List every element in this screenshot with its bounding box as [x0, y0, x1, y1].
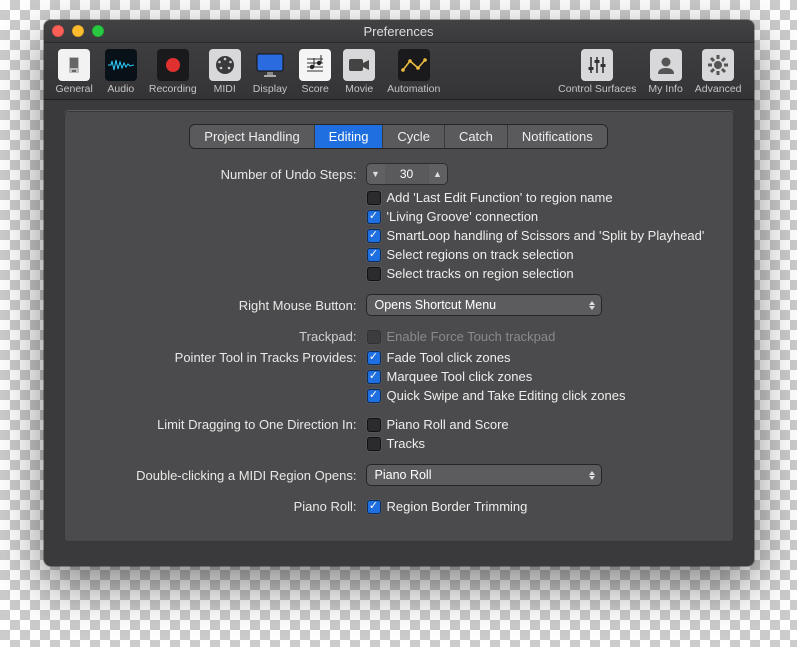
- trackpad-label: Trackpad:: [82, 329, 367, 344]
- checkbox-label: Enable Force Touch trackpad: [387, 329, 556, 344]
- toolbar-display[interactable]: Display: [247, 47, 293, 97]
- control-surfaces-icon: [581, 49, 613, 81]
- stepper-down-icon[interactable]: ▼: [367, 164, 385, 184]
- toolbar-label: Advanced: [695, 83, 742, 95]
- double-click-popup[interactable]: Piano Roll: [367, 465, 601, 485]
- piano-roll-label: Piano Roll:: [82, 499, 367, 514]
- toolbar-score[interactable]: Score: [293, 47, 337, 97]
- popup-value: Opens Shortcut Menu: [375, 298, 497, 312]
- right-mouse-popup[interactable]: Opens Shortcut Menu: [367, 295, 601, 315]
- toolbar-automation[interactable]: Automation: [381, 47, 446, 97]
- minimize-button[interactable]: [72, 25, 84, 37]
- toolbar-my-info[interactable]: My Info: [642, 47, 688, 97]
- checkbox-label: Piano Roll and Score: [387, 417, 509, 432]
- toolbar-advanced[interactable]: Advanced: [689, 47, 748, 97]
- toolbar-label: My Info: [648, 83, 682, 95]
- right-mouse-label: Right Mouse Button:: [82, 298, 367, 313]
- toolbar-label: MIDI: [214, 83, 236, 95]
- recording-icon: [157, 49, 189, 81]
- toolbar-label: Recording: [149, 83, 197, 95]
- toolbar-general[interactable]: General: [50, 47, 99, 97]
- toolbar-midi[interactable]: MIDI: [203, 47, 247, 97]
- toolbar-label: Audio: [107, 83, 134, 95]
- tab-notifications[interactable]: Notifications: [508, 125, 607, 148]
- checkbox-label: Region Border Trimming: [387, 499, 528, 514]
- force-touch-checkbox: [367, 330, 381, 344]
- checkbox-label: Marquee Tool click zones: [387, 369, 533, 384]
- smartloop-checkbox[interactable]: [367, 229, 381, 243]
- toolbar-recording[interactable]: Recording: [143, 47, 203, 97]
- checkbox-label: Quick Swipe and Take Editing click zones: [387, 388, 626, 403]
- midi-icon: [209, 49, 241, 81]
- tab-cycle[interactable]: Cycle: [383, 125, 445, 148]
- close-button[interactable]: [52, 25, 64, 37]
- living-groove-checkbox[interactable]: [367, 210, 381, 224]
- undo-steps-value: 30: [385, 167, 429, 181]
- zoom-button[interactable]: [92, 25, 104, 37]
- toolbar-label: Display: [253, 83, 287, 95]
- window-title: Preferences: [44, 24, 754, 39]
- checkbox-label: Add 'Last Edit Function' to region name: [387, 190, 613, 205]
- movie-icon: [343, 49, 375, 81]
- select-tracks-checkbox[interactable]: [367, 267, 381, 281]
- titlebar: Preferences: [44, 20, 754, 43]
- checkbox-label: Select regions on track selection: [387, 247, 574, 262]
- general-icon: [58, 49, 90, 81]
- tab-project-handling[interactable]: Project Handling: [190, 125, 314, 148]
- audio-icon: [105, 49, 137, 81]
- my-info-icon: [650, 49, 682, 81]
- tab-editing[interactable]: Editing: [315, 125, 384, 148]
- tab-bar: Project Handling Editing Cycle Catch Not…: [82, 125, 716, 148]
- checkbox-label: Select tracks on region selection: [387, 266, 574, 281]
- toolbar-label: Score: [301, 83, 328, 95]
- toolbar-audio[interactable]: Audio: [99, 47, 143, 97]
- toolbar-movie[interactable]: Movie: [337, 47, 381, 97]
- content-pane: Project Handling Editing Cycle Catch Not…: [64, 110, 734, 542]
- tab-catch[interactable]: Catch: [445, 125, 508, 148]
- automation-icon: [398, 49, 430, 81]
- double-click-label: Double-clicking a MIDI Region Opens:: [82, 468, 367, 483]
- piano-roll-score-checkbox[interactable]: [367, 418, 381, 432]
- checkbox-label: SmartLoop handling of Scissors and 'Spli…: [387, 228, 705, 243]
- add-last-edit-checkbox[interactable]: [367, 191, 381, 205]
- score-icon: [299, 49, 331, 81]
- fade-tool-checkbox[interactable]: [367, 351, 381, 365]
- toolbar-label: Automation: [387, 83, 440, 95]
- stepper-up-icon[interactable]: ▲: [429, 164, 447, 184]
- popup-value: Piano Roll: [375, 468, 432, 482]
- undo-steps-label: Number of Undo Steps:: [82, 167, 367, 182]
- tracks-checkbox[interactable]: [367, 437, 381, 451]
- checkbox-label: Fade Tool click zones: [387, 350, 511, 365]
- limit-drag-label: Limit Dragging to One Direction In:: [82, 417, 367, 432]
- chevron-updown-icon: [589, 301, 595, 310]
- chevron-updown-icon: [589, 471, 595, 480]
- toolbar-label: Control Surfaces: [558, 83, 636, 95]
- checkbox-label: Tracks: [387, 436, 426, 451]
- marquee-tool-checkbox[interactable]: [367, 370, 381, 384]
- quick-swipe-checkbox[interactable]: [367, 389, 381, 403]
- toolbar: General Audio Recording MIDI: [44, 43, 754, 100]
- select-regions-checkbox[interactable]: [367, 248, 381, 262]
- checkbox-label: 'Living Groove' connection: [387, 209, 539, 224]
- toolbar-control-surfaces[interactable]: Control Surfaces: [552, 47, 642, 97]
- display-icon: [254, 49, 286, 81]
- preferences-window: Preferences General Audio Recording: [44, 20, 754, 566]
- region-border-checkbox[interactable]: [367, 500, 381, 514]
- toolbar-label: Movie: [345, 83, 373, 95]
- pointer-tool-label: Pointer Tool in Tracks Provides:: [82, 350, 367, 365]
- toolbar-label: General: [56, 83, 93, 95]
- undo-steps-stepper[interactable]: ▼ 30 ▲: [367, 164, 447, 184]
- advanced-icon: [702, 49, 734, 81]
